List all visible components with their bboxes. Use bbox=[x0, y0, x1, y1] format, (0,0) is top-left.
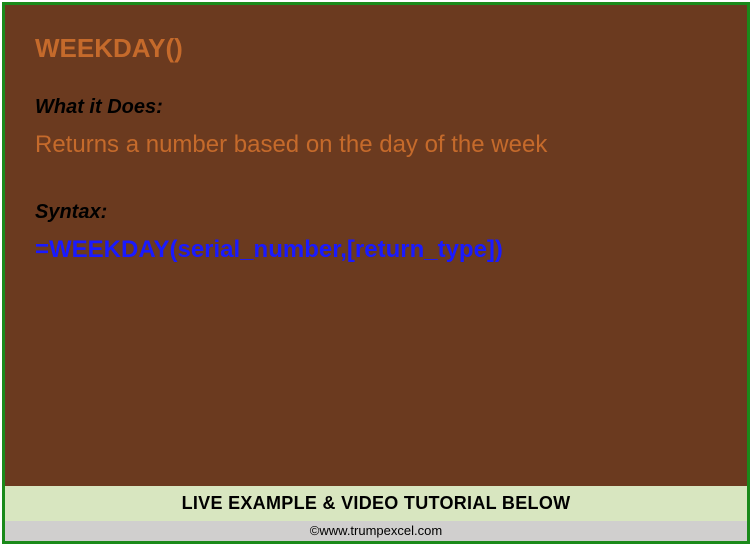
tutorial-banner: LIVE EXAMPLE & VIDEO TUTORIAL BELOW bbox=[5, 486, 747, 521]
copyright-footer: ©www.trumpexcel.com bbox=[5, 521, 747, 541]
function-card: WEEKDAY() What it Does: Returns a number… bbox=[2, 2, 750, 544]
function-description: Returns a number based on the day of the… bbox=[35, 131, 717, 159]
content-area: WEEKDAY() What it Does: Returns a number… bbox=[5, 5, 747, 486]
function-title: WEEKDAY() bbox=[35, 33, 717, 64]
syntax-label: Syntax: bbox=[35, 201, 717, 224]
syntax-formula: =WEEKDAY(serial_number,[return_type]) bbox=[35, 236, 717, 264]
what-it-does-label: What it Does: bbox=[35, 96, 717, 119]
